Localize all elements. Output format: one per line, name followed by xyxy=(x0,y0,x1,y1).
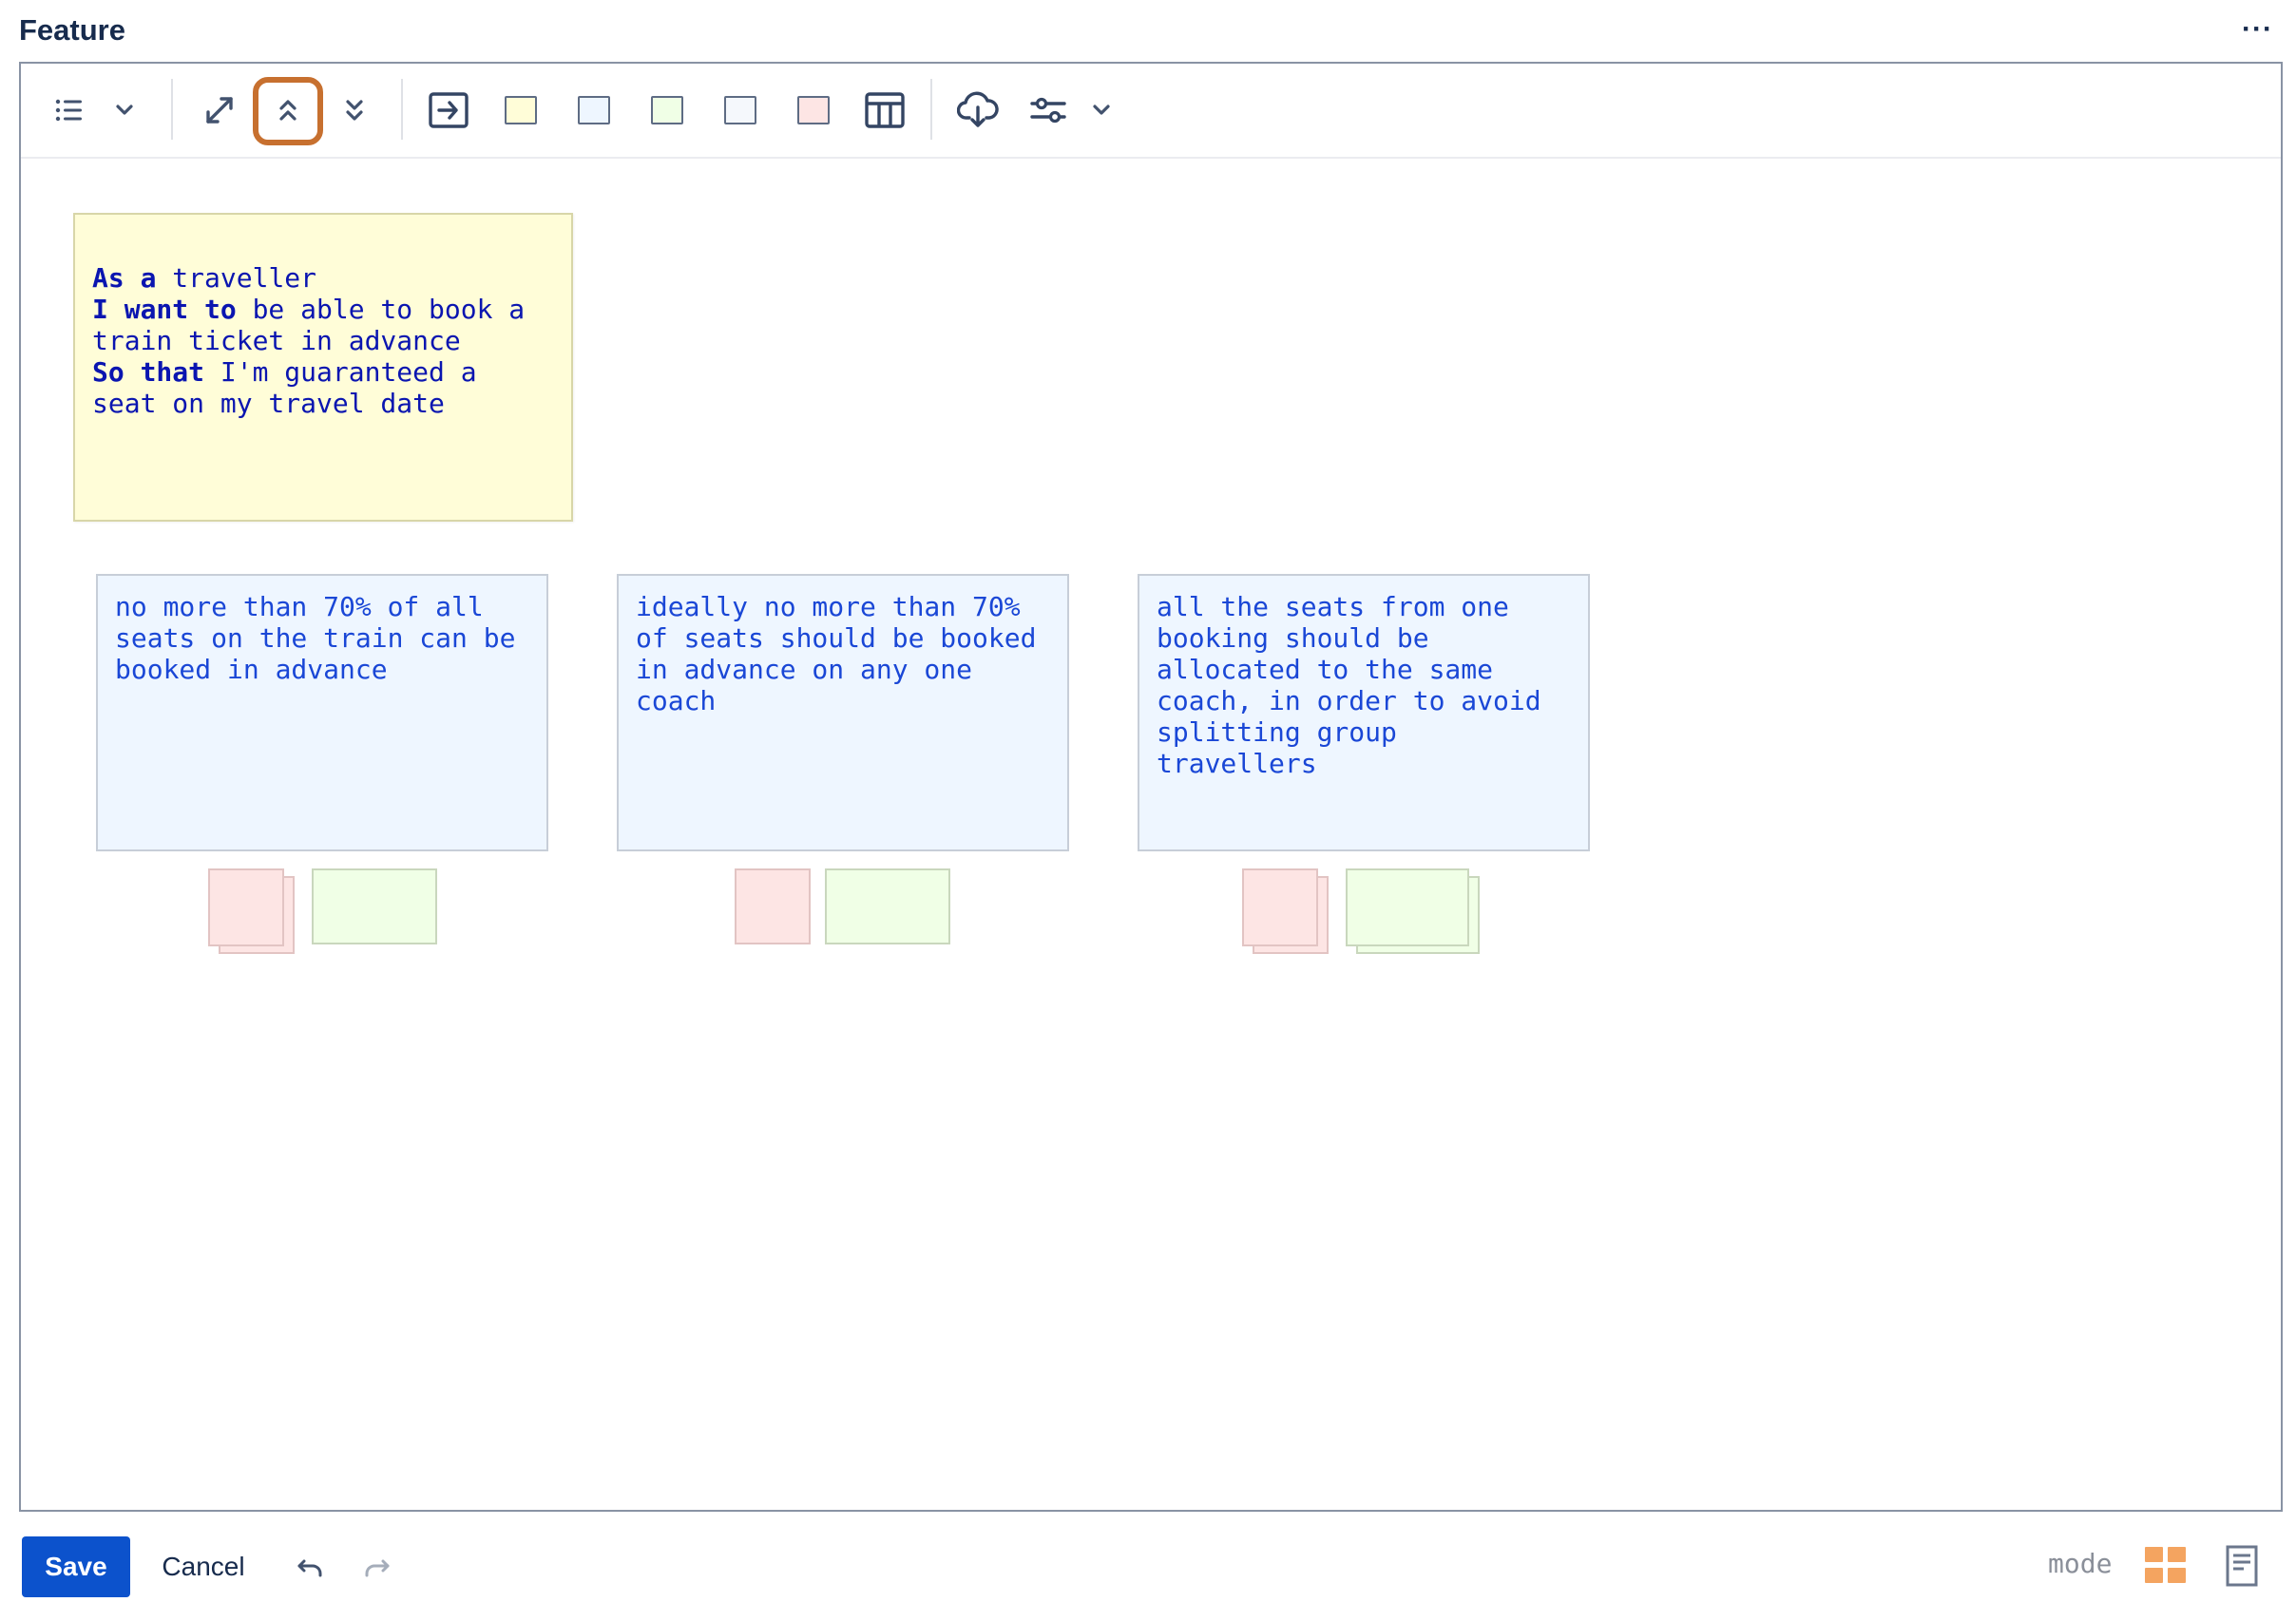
undo-icon[interactable] xyxy=(292,1549,330,1587)
red-card-swatch[interactable] xyxy=(786,83,841,138)
list-icon[interactable] xyxy=(42,83,97,138)
question-card[interactable] xyxy=(208,868,284,946)
toolbar-separator xyxy=(171,79,173,140)
toolbar-separator xyxy=(930,79,932,140)
insert-card-icon[interactable] xyxy=(421,83,476,138)
story-keyword: I want to xyxy=(92,294,237,325)
document-mode-icon[interactable] xyxy=(2221,1543,2263,1589)
card-mode-icon[interactable] xyxy=(2144,1544,2188,1588)
yellow-card-swatch[interactable] xyxy=(493,83,548,138)
white-card-swatch[interactable] xyxy=(713,83,768,138)
story-text: traveller xyxy=(156,262,317,294)
redo-icon[interactable] xyxy=(357,1549,395,1587)
save-button[interactable]: Save xyxy=(22,1536,130,1597)
question-card[interactable] xyxy=(735,868,811,944)
green-card-swatch[interactable] xyxy=(640,83,695,138)
table-icon[interactable] xyxy=(857,83,912,138)
rule-card[interactable]: ideally no more than 70% of seats should… xyxy=(617,574,1069,851)
example-card[interactable] xyxy=(1346,868,1469,946)
card-canvas: As a traveller I want to be able to book… xyxy=(21,161,2281,1510)
story-card[interactable]: As a traveller I want to be able to book… xyxy=(73,213,573,522)
expand-down-icon[interactable] xyxy=(327,83,382,138)
story-keyword: As a xyxy=(92,262,157,294)
page-title: Feature xyxy=(19,13,125,47)
example-card[interactable] xyxy=(825,868,950,944)
cancel-button[interactable]: Cancel xyxy=(152,1536,255,1597)
blue-card-swatch[interactable] xyxy=(566,83,622,138)
question-card[interactable] xyxy=(1242,868,1318,946)
toolbar-separator xyxy=(401,79,403,140)
expand-icon[interactable] xyxy=(192,83,247,138)
mode-label: mode xyxy=(2048,1548,2113,1579)
more-options-button[interactable]: ··· xyxy=(2242,13,2273,46)
toolbar xyxy=(21,64,2281,159)
feature-editor: As a traveller I want to be able to book… xyxy=(19,62,2283,1512)
chevron-down-icon[interactable] xyxy=(1074,83,1129,138)
rule-card[interactable]: no more than 70% of all seats on the tra… xyxy=(96,574,548,851)
rule-card[interactable]: all the seats from one booking should be… xyxy=(1138,574,1590,851)
collapse-up-icon[interactable] xyxy=(260,83,316,138)
story-keyword: So that xyxy=(92,356,205,388)
chevron-down-icon[interactable] xyxy=(97,83,152,138)
cloud-download-icon[interactable] xyxy=(950,83,1005,138)
example-card[interactable] xyxy=(312,868,437,944)
settings-sliders-icon[interactable] xyxy=(1021,83,1076,138)
